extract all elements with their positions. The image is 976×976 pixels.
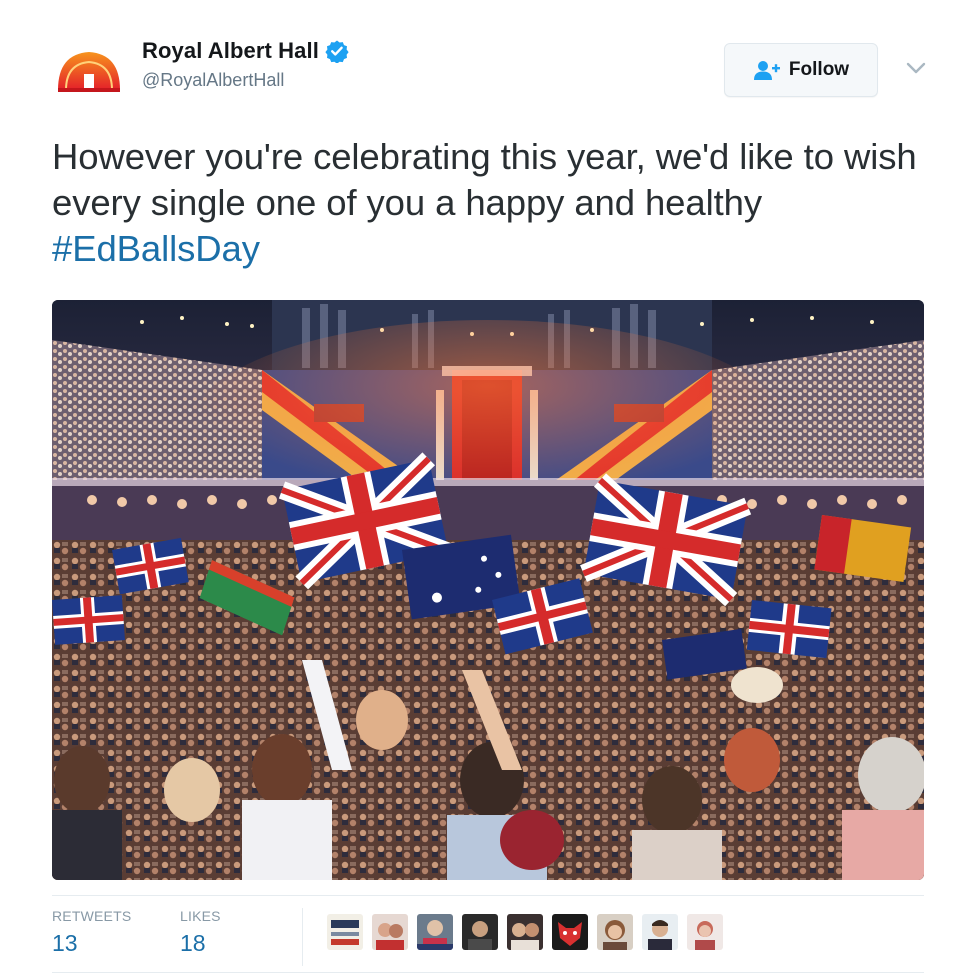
stats-divider-bottom (52, 972, 924, 973)
likes-stat[interactable]: LIKES 18 (180, 908, 221, 957)
hashtag-link[interactable]: #EdBallsDay (52, 228, 260, 269)
stats-separator (302, 908, 303, 966)
follow-button[interactable]: Follow (724, 43, 878, 97)
liker-avatars (327, 914, 723, 950)
liker-avatar-9[interactable] (687, 914, 723, 950)
likes-count: 18 (180, 930, 206, 956)
liker-avatar-6[interactable] (552, 914, 588, 950)
author-block[interactable]: Royal Albert Hall @RoyalAlbertHall (142, 38, 349, 91)
liker-avatar-5[interactable] (507, 914, 543, 950)
liker-avatar-1[interactable] (327, 914, 363, 950)
display-name-row: Royal Albert Hall (142, 38, 349, 64)
tweet-text: However you're celebrating this year, we… (52, 134, 932, 272)
royal-albert-hall-logo-icon[interactable] (54, 44, 124, 96)
retweets-count: 13 (52, 930, 78, 956)
author-handle[interactable]: @RoyalAlbertHall (142, 70, 349, 91)
verified-badge-icon (325, 39, 349, 64)
liker-avatar-2[interactable] (372, 914, 408, 950)
retweets-stat[interactable]: RETWEETS 13 (52, 908, 131, 957)
chevron-down-icon[interactable] (905, 60, 927, 76)
liker-avatar-3[interactable] (417, 914, 453, 950)
liker-avatar-8[interactable] (642, 914, 678, 950)
concert-hall-flags-photo[interactable] (52, 300, 924, 880)
add-user-icon (753, 59, 781, 81)
liker-avatar-4[interactable] (462, 914, 498, 950)
display-name[interactable]: Royal Albert Hall (142, 38, 319, 64)
stats-divider-top (52, 895, 924, 896)
tweet-card: Royal Albert Hall @RoyalAlbertHall Follo… (0, 0, 976, 976)
likes-label: LIKES (180, 908, 221, 924)
tweet-body-text: However you're celebrating this year, we… (52, 136, 917, 223)
follow-label: Follow (788, 59, 850, 80)
liker-avatar-7[interactable] (597, 914, 633, 950)
retweets-label: RETWEETS (52, 908, 132, 924)
